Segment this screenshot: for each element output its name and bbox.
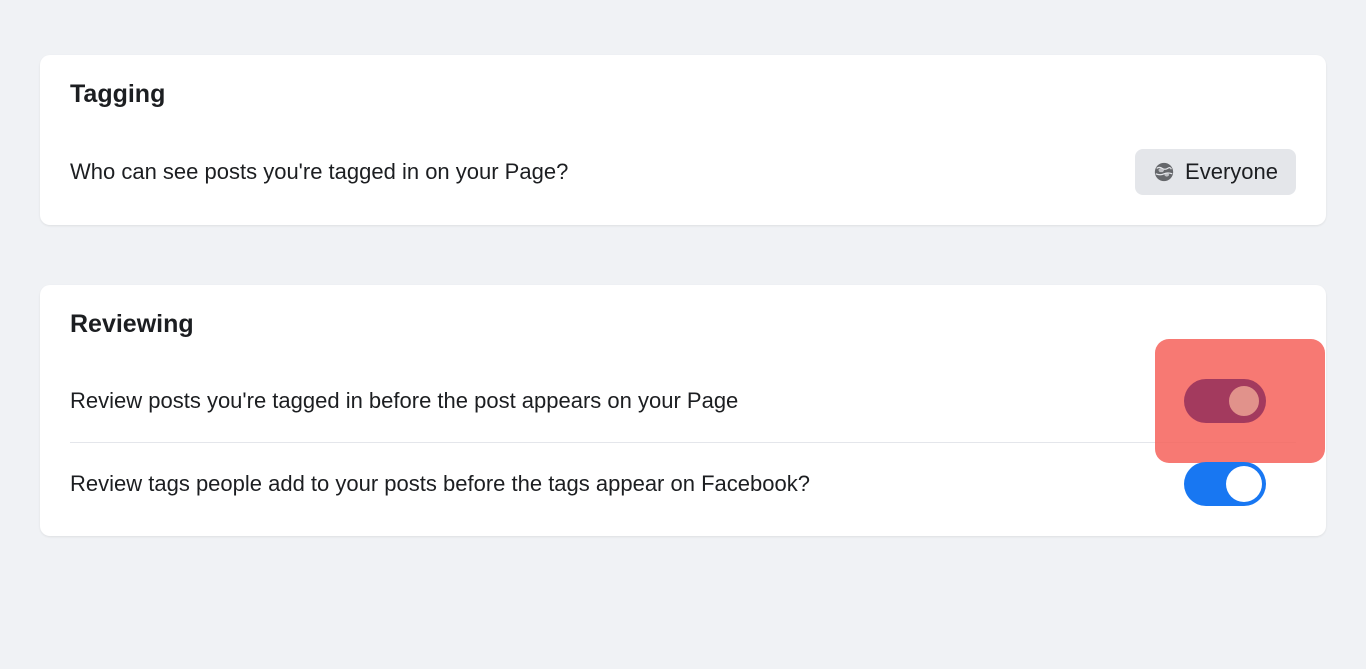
toggle-knob (1226, 466, 1262, 502)
tagging-visibility-select[interactable]: Everyone (1135, 149, 1296, 195)
reviewing-card: Reviewing Review posts you're tagged in … (40, 285, 1326, 536)
review-posts-label: Review posts you're tagged in before the… (70, 386, 738, 416)
tagging-visibility-label: Who can see posts you're tagged in on yo… (70, 157, 568, 187)
divider (70, 442, 1296, 443)
review-tags-row: Review tags people add to your posts bef… (70, 457, 1296, 511)
toggle-knob (1226, 383, 1262, 419)
globe-icon (1153, 161, 1175, 183)
review-tags-label: Review tags people add to your posts bef… (70, 469, 810, 499)
tagging-visibility-row: Who can see posts you're tagged in on yo… (70, 144, 1296, 200)
review-tags-toggle[interactable] (1184, 462, 1266, 506)
review-posts-toggle[interactable] (1184, 379, 1266, 423)
review-posts-toggle-wrap (1184, 379, 1296, 423)
tagging-title: Tagging (70, 80, 1296, 109)
reviewing-title: Reviewing (70, 310, 1296, 339)
review-posts-row: Review posts you're tagged in before the… (70, 374, 1296, 428)
tagging-card: Tagging Who can see posts you're tagged … (40, 55, 1326, 225)
tagging-visibility-value: Everyone (1185, 159, 1278, 185)
review-tags-toggle-wrap (1184, 462, 1296, 506)
